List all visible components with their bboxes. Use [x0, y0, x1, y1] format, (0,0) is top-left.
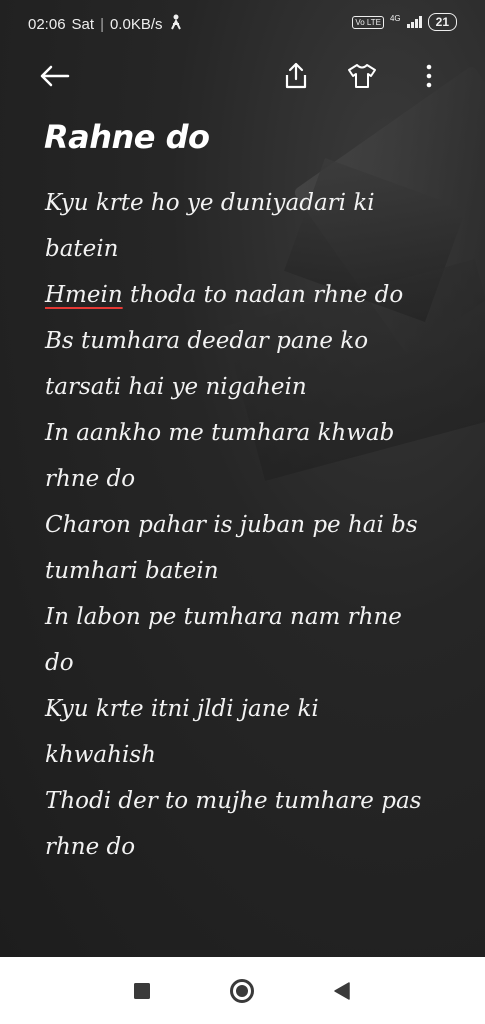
- volte-badge: Vo LTE: [352, 15, 384, 29]
- note-line: tarsati hai ye nigahein: [45, 374, 307, 400]
- nav-back-button[interactable]: [328, 977, 356, 1005]
- share-icon: [285, 62, 307, 89]
- note-line-rest: thoda to nadan rhne do: [122, 282, 404, 308]
- note-line: tumhari batein: [45, 558, 219, 584]
- note-line: rhne do: [45, 834, 136, 860]
- more-vertical-icon: [426, 64, 432, 88]
- note-line: batein: [45, 236, 119, 262]
- note-line: In aankho me tumhara khwab: [45, 420, 395, 446]
- toolbar: [0, 50, 485, 102]
- status-left: 02:06 Sat | 0.0KB/s: [28, 14, 183, 34]
- home-button[interactable]: [228, 977, 256, 1005]
- network-speed: 0.0KB/s: [109, 15, 163, 33]
- navigation-bar: [0, 957, 485, 1024]
- note-title[interactable]: Rahne do: [44, 118, 210, 156]
- status-separator: |: [100, 15, 104, 33]
- note-line: Thodi der to mujhe tumhare pas: [45, 788, 422, 814]
- status-right: Vo LTE 4G 21: [352, 13, 457, 31]
- circle-icon: [230, 979, 254, 1003]
- back-button[interactable]: [38, 60, 70, 92]
- status-bar: 02:06 Sat | 0.0KB/s Vo LTE 4G 21: [0, 0, 485, 46]
- note-line: khwahish: [45, 742, 156, 768]
- network-type: 4G: [389, 13, 401, 23]
- note-line: In labon pe tumhara nam rhne: [45, 604, 402, 630]
- status-time: 02:06: [28, 15, 66, 33]
- share-button[interactable]: [280, 60, 312, 92]
- arrow-left-icon: [40, 65, 70, 87]
- theme-button[interactable]: [346, 60, 378, 92]
- recents-button[interactable]: [128, 977, 156, 1005]
- status-day: Sat: [71, 15, 95, 33]
- note-line: Kyu krte ho ye duniyadari ki: [45, 190, 375, 216]
- square-icon: [134, 983, 150, 999]
- note-body[interactable]: Kyu krte ho ye duniyadari ki batein Hmei…: [45, 180, 455, 870]
- note-line: rhne do: [45, 466, 136, 492]
- note-line: Bs tumhara deedar pane ko: [45, 328, 369, 354]
- note-line: do: [45, 650, 74, 676]
- misspelled-word[interactable]: Hmein: [45, 282, 123, 308]
- signal-icon: [406, 16, 422, 28]
- more-options-button[interactable]: [413, 60, 445, 92]
- tshirt-icon: [348, 64, 376, 88]
- note-line: Charon pahar is juban pe hai bs: [45, 512, 418, 538]
- note-line: Kyu krte itni jldi jane ki: [45, 696, 319, 722]
- triangle-back-icon: [334, 982, 350, 1000]
- person-icon: [169, 14, 183, 34]
- battery-indicator: 21: [427, 13, 457, 31]
- note-line: Hmein thoda to nadan rhne do: [45, 272, 455, 318]
